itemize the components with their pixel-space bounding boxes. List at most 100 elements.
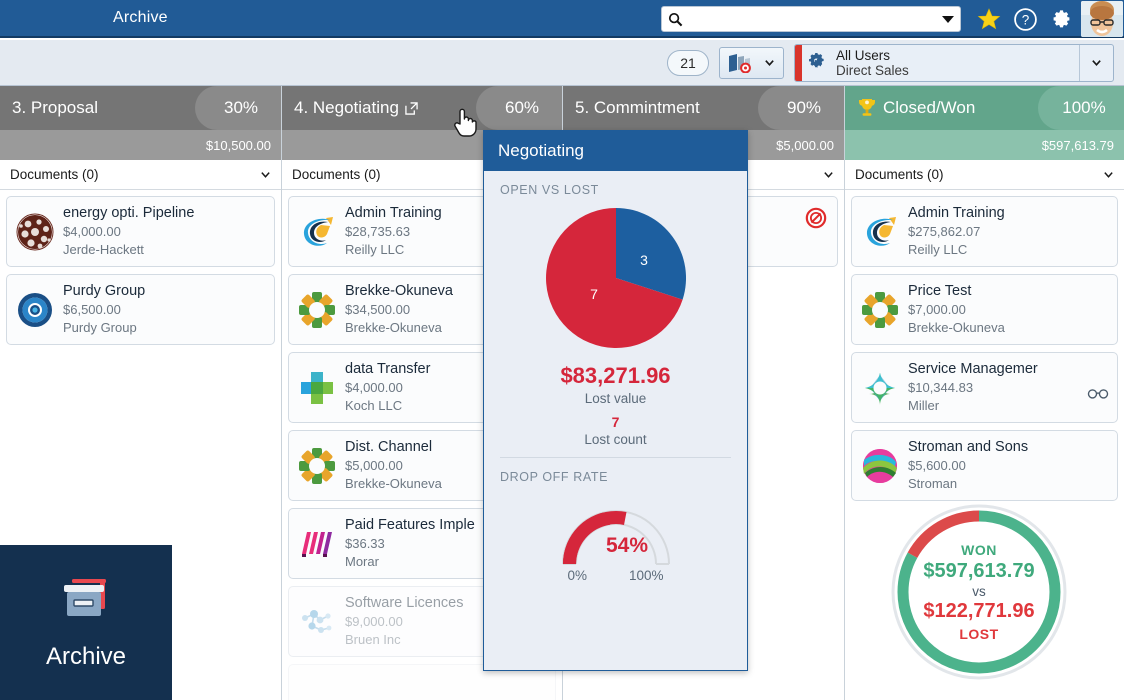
column-header[interactable]: 3. Proposal 30% [0, 86, 281, 130]
deal-card[interactable]: Purdy Group $6,500.00 Purdy Group [6, 274, 275, 345]
deal-title: Admin Training [908, 204, 1109, 223]
search-box[interactable] [661, 6, 961, 32]
deal-card[interactable]: energy opti. Pipeline $4,000.00 Jerde-Ha… [6, 196, 275, 267]
swirl-globe-icon [860, 446, 900, 486]
help-button[interactable]: ? [1007, 0, 1043, 38]
deal-card[interactable]: Price Test $7,000.00 Brekke-Okuneva [851, 274, 1118, 345]
deal-title: Price Test [908, 282, 1109, 301]
documents-bar[interactable]: Documents (0) [0, 160, 281, 190]
column-sum: $10,500.00 [0, 130, 281, 160]
stage-stats-popup: Negotiating OPEN VS LOST 3 7 $83,271.96 … [483, 130, 748, 671]
lost-value-amount: $83,271.96 [484, 363, 747, 389]
deal-company: Reilly LLC [908, 241, 1109, 259]
diamond-icon [860, 368, 900, 408]
archive-overlay-label: Archive [46, 643, 126, 671]
drop-off-section-label: DROP OFF RATE [484, 458, 747, 484]
user-filter-labels: All Users Direct Sales [836, 45, 1079, 81]
open-external-icon[interactable] [405, 102, 418, 115]
flower-star-icon [860, 290, 900, 330]
lost-value-label: Lost value [484, 391, 747, 406]
chevron-down-icon[interactable] [1103, 169, 1114, 180]
column-title-text: Closed/Won [883, 98, 975, 118]
card-list: Admin Training $275,862.07 Reilly LLC [845, 190, 1124, 507]
documents-bar[interactable]: Documents (0) [845, 160, 1124, 190]
pie-label-open: 3 [640, 252, 648, 268]
hand-cursor [452, 104, 478, 138]
column-header[interactable]: 5. Commintment 90% [563, 86, 844, 130]
documents-label: Documents (0) [10, 167, 99, 182]
page-title: Archive [113, 9, 168, 27]
favorites-button[interactable] [971, 0, 1007, 38]
lost-count-value: 7 [484, 414, 747, 430]
user-filter-dropdown[interactable] [1079, 45, 1113, 81]
filter-accent-bar [795, 45, 802, 81]
avatar[interactable] [1081, 1, 1123, 37]
deal-company: Stroman [908, 475, 1109, 493]
chart-view-button[interactable] [719, 47, 784, 79]
deal-amount: $275,862.07 [908, 223, 1109, 241]
deal-amount: $5,600.00 [908, 457, 1109, 475]
chevron-down-icon[interactable] [823, 169, 834, 180]
deal-amount: $4,000.00 [63, 223, 266, 241]
column-header[interactable]: 4. Negotiating 60% [282, 86, 562, 130]
cross-plus-icon [297, 368, 337, 408]
open-vs-lost-chart: 3 7 [484, 203, 747, 353]
deal-company: Miller [908, 397, 1109, 415]
deal-title: Purdy Group [63, 282, 266, 301]
column-percent: 30% [195, 86, 281, 130]
chevron-down-icon [1091, 57, 1102, 68]
chevron-down-icon[interactable] [764, 57, 775, 68]
watch-glasses-icon[interactable] [1087, 386, 1109, 400]
user-filter-select[interactable]: All Users Direct Sales [794, 44, 1114, 82]
deal-card[interactable]: Service Managemer $10,344.83 Miller [851, 352, 1118, 423]
column-sum: $597,613.79 [845, 130, 1124, 160]
user-filter-line2: Direct Sales [836, 63, 1079, 78]
settings-button[interactable] [1043, 0, 1079, 38]
deal-title: Stroman and Sons [908, 438, 1109, 457]
column-percent: 60% [476, 86, 562, 130]
search-icon [668, 12, 683, 27]
deal-card[interactable]: Admin Training $275,862.07 Reilly LLC [851, 196, 1118, 267]
archive-box-icon [50, 575, 122, 633]
deal-title: Service Managemer [908, 360, 1109, 379]
column-percent: 100% [1038, 86, 1124, 130]
deal-company: Purdy Group [63, 319, 266, 337]
drop-off-gauge-chart: 54% [543, 486, 689, 572]
deal-amount: $7,000.00 [908, 301, 1109, 319]
svg-text:?: ? [1021, 12, 1029, 27]
swoosh-arrow-icon [860, 212, 900, 252]
crm-pipeline-app: Archive ? [0, 0, 1124, 700]
header-actions: ? [661, 0, 1124, 38]
trophy-icon [857, 97, 877, 119]
deal-amount: $6,500.00 [63, 301, 266, 319]
filter-toolbar: 21 [0, 40, 1124, 86]
card-list: energy opti. Pipeline $4,000.00 Jerde-Ha… [0, 190, 281, 351]
won-vs-lost-widget[interactable]: WON $597,613.79 vs $122,771.96 LOST [885, 498, 1073, 686]
search-input[interactable] [687, 8, 938, 30]
column-title-text: 4. Negotiating [294, 98, 399, 118]
open-vs-lost-pie-chart: 3 7 [541, 203, 691, 353]
no-drop-icon [805, 207, 827, 229]
archive-overlay[interactable]: Archive [0, 545, 172, 700]
won-lost-donut-chart [885, 498, 1073, 686]
chevron-down-icon[interactable] [260, 169, 271, 180]
column-header[interactable]: Closed/Won 100% [845, 86, 1124, 130]
flower-star-icon [297, 446, 337, 486]
target-ring-icon [15, 290, 55, 330]
gauge-value-text: 54% [605, 534, 647, 557]
star-icon [977, 7, 1001, 31]
documents-label: Documents (0) [855, 167, 944, 182]
open-vs-lost-section-label: OPEN VS LOST [484, 171, 747, 197]
gears-icon [802, 45, 836, 81]
avatar-photo [1081, 1, 1123, 37]
search-dropdown-caret-icon[interactable] [942, 16, 954, 23]
deal-company: Jerde-Hackett [63, 241, 266, 259]
cluster-dots-icon [15, 212, 55, 252]
deal-title: energy opti. Pipeline [63, 204, 266, 223]
record-count-badge: 21 [667, 50, 709, 76]
deal-amount: $10,344.83 [908, 379, 1109, 397]
molecule-icon [297, 602, 337, 642]
deal-card[interactable]: Stroman and Sons $5,600.00 Stroman [851, 430, 1118, 501]
top-header-bar: Archive ? [0, 0, 1124, 38]
help-icon: ? [1013, 7, 1038, 32]
